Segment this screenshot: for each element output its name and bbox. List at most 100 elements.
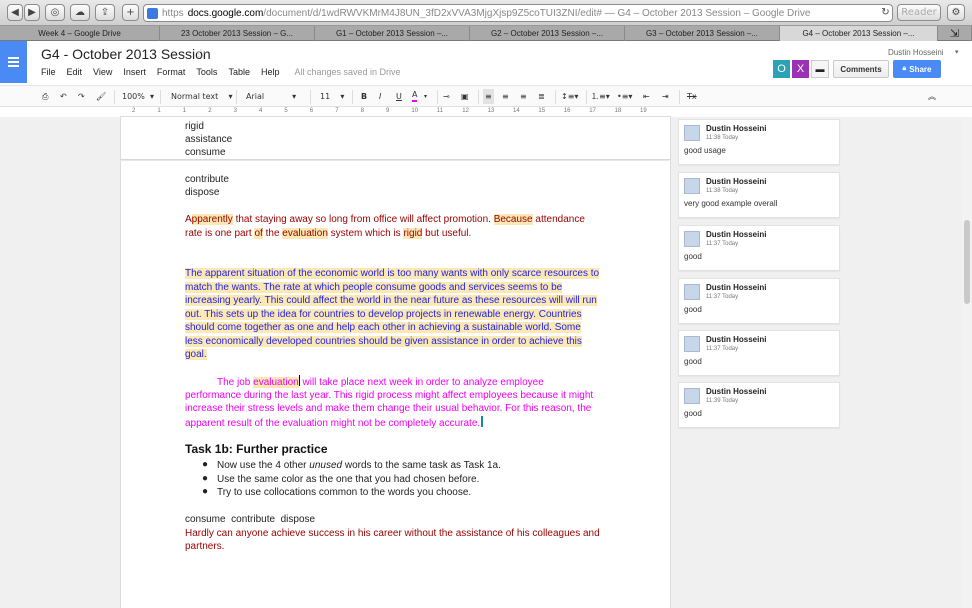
docs-home-icon[interactable]: [0, 41, 27, 83]
paint-format-icon[interactable]: 🖌︎: [96, 89, 106, 104]
italic-button[interactable]: I: [379, 89, 381, 104]
insert-comment-icon[interactable]: ▣: [461, 89, 469, 104]
paragraph-2-line: should come together as one and help eac…: [185, 321, 581, 335]
align-justify-icon[interactable]: ≣: [538, 89, 545, 104]
browser-tab[interactable]: G2 – October 2013 Session –...: [470, 26, 625, 41]
align-center-icon[interactable]: ≡: [502, 89, 509, 104]
menu-edit[interactable]: Edit: [67, 67, 83, 77]
new-tab-icon[interactable]: +: [122, 4, 139, 21]
decrease-indent-icon[interactable]: ⇤: [643, 89, 650, 104]
numbered-list-icon[interactable]: ⒈≡▾: [591, 89, 610, 104]
menu-file[interactable]: File: [41, 67, 56, 77]
collaborator-avatar-x[interactable]: X: [792, 60, 809, 78]
redo-icon[interactable]: ↷: [78, 89, 85, 104]
style-select[interactable]: Normal text ▾: [171, 89, 232, 104]
bulleted-list-icon[interactable]: •≡▾: [617, 89, 632, 104]
address-bar[interactable]: https docs.google.com /document/d/1wdRWV…: [143, 4, 893, 22]
scrollbar-thumb[interactable]: [964, 220, 970, 304]
text-run: rate is one part: [185, 228, 255, 239]
collaborator-avatar-o[interactable]: O: [773, 60, 790, 78]
bold-button[interactable]: B: [361, 89, 367, 104]
share-button[interactable]: 🔒︎ Share: [893, 60, 941, 78]
highlighted-text: The apparent situation of the economic w…: [185, 268, 600, 279]
ruler-tick: 9: [386, 108, 390, 114]
comment-text: good: [684, 409, 702, 418]
share-label: Share: [909, 64, 932, 74]
comment-text: good usage: [684, 146, 726, 155]
ruler-tick: 8: [360, 108, 364, 114]
menu-help[interactable]: Help: [261, 67, 280, 77]
save-status: All changes saved in Drive: [294, 67, 401, 77]
align-left-icon[interactable]: ≡: [483, 89, 494, 104]
menu-view[interactable]: View: [93, 67, 112, 77]
browser-tab-active[interactable]: G4 – October 2013 Session –...: [780, 26, 938, 41]
bullet-icon: ●: [202, 472, 209, 484]
user-name[interactable]: Dustin Hosseini: [888, 48, 944, 57]
share-page-icon[interactable]: ⇪: [95, 4, 115, 21]
style-value: Normal text: [171, 92, 219, 101]
browser-tab[interactable]: 23 October 2013 Session – G...: [160, 26, 315, 41]
align-right-icon[interactable]: ≡: [520, 89, 527, 104]
comment-card[interactable]: Dustin Hosseini 11:39 Today good: [678, 382, 840, 428]
print-icon[interactable]: ⎙: [42, 89, 48, 104]
tab-overview-icon[interactable]: ⇲: [938, 26, 972, 41]
underline-button[interactable]: U: [396, 89, 402, 104]
collapse-menus-icon[interactable]: ︽: [928, 89, 936, 104]
highlighted-text: match the wants. The rate at which peopl…: [185, 281, 563, 293]
line-spacing-icon[interactable]: ↕≡▾: [561, 89, 578, 104]
ruler-tick: 15: [538, 108, 546, 114]
browser-toolbar: ◀ ▶ ◎ ☁ ⇪ + https docs.google.com /docum…: [0, 0, 972, 26]
increase-indent-icon[interactable]: ⇥: [662, 89, 669, 104]
comment-card[interactable]: Dustin Hosseini 11:38 Today good usage: [678, 119, 840, 165]
comments-button[interactable]: Comments: [833, 60, 889, 78]
comment-avatar: [684, 284, 700, 300]
ruler-tick: 12: [462, 108, 469, 114]
back-icon[interactable]: ◀: [7, 4, 23, 21]
lock-icon: 🔒︎: [902, 65, 907, 72]
undo-icon[interactable]: ↶: [60, 89, 67, 104]
text-run: but useful.: [422, 228, 472, 239]
highlighted-text: Because: [493, 214, 533, 225]
highlighted-text: should come together as one and help eac…: [185, 322, 581, 333]
browser-tab[interactable]: G1 – October 2013 Session –...: [315, 26, 470, 41]
comment-card[interactable]: Dustin Hosseini 11:38 Today very good ex…: [678, 172, 840, 218]
document-title[interactable]: G4 - October 2013 Session: [41, 46, 211, 62]
reader-button[interactable]: Reader: [897, 4, 941, 21]
reload-icon[interactable]: ↻: [880, 4, 891, 21]
comment-author: Dustin Hosseini: [706, 387, 767, 396]
zoom-value: 100%: [122, 92, 145, 101]
text-color-button[interactable]: A: [412, 89, 418, 102]
vertical-scrollbar[interactable]: [962, 117, 972, 608]
ruler[interactable]: 2 1 1 2 3 4 5 6 7 8 9 10 11 12 13 14 15 16 17 18 19: [120, 107, 671, 117]
word-rigid: rigid: [185, 121, 204, 132]
font-size-select[interactable]: 11 ▾: [320, 89, 344, 104]
browser-tab[interactable]: Week 4 – Google Drive: [0, 26, 160, 41]
menu-tools[interactable]: Tools: [196, 67, 217, 77]
text-run: Now use the 4 other: [217, 460, 310, 471]
font-select[interactable]: Arial ▾: [246, 89, 296, 104]
settings-gear-icon[interactable]: ⚙: [947, 4, 965, 21]
history-icon[interactable]: ◎: [45, 4, 65, 21]
star-icon[interactable]: ☆: [195, 46, 207, 62]
clear-formatting-button[interactable]: Tx: [687, 89, 697, 104]
icloud-icon[interactable]: ☁: [70, 4, 90, 21]
comment-card[interactable]: Dustin Hosseini 11:37 Today good: [678, 225, 840, 271]
menu-insert[interactable]: Insert: [123, 67, 146, 77]
menu-format[interactable]: Format: [157, 67, 186, 77]
formatting-toolbar: ⎙ ↶ ↷ 🖌︎ 100% ▾ Normal text ▾ Arial ▾ 11…: [0, 85, 972, 107]
zoom-select[interactable]: 100% ▾: [122, 89, 154, 104]
comment-card[interactable]: Dustin Hosseini 11:37 Today good: [678, 278, 840, 324]
forward-icon[interactable]: ▶: [24, 4, 40, 21]
menu-table[interactable]: Table: [228, 67, 250, 77]
text-run: The job: [217, 377, 254, 388]
comment-avatar: [684, 125, 700, 141]
ruler-tick: 2: [208, 108, 212, 114]
browser-tab[interactable]: G3 – October 2013 Session –...: [625, 26, 780, 41]
text-color-dropdown-icon[interactable]: ▾: [424, 89, 427, 104]
chat-icon[interactable]: ▬: [811, 60, 829, 78]
user-dropdown-icon[interactable]: ▾: [955, 48, 959, 56]
ruler-tick: 4: [259, 108, 263, 114]
comment-card[interactable]: Dustin Hosseini 11:37 Today good: [678, 330, 840, 376]
link-icon[interactable]: ⊸: [443, 89, 450, 104]
url-domain: docs.google.com: [187, 7, 264, 19]
